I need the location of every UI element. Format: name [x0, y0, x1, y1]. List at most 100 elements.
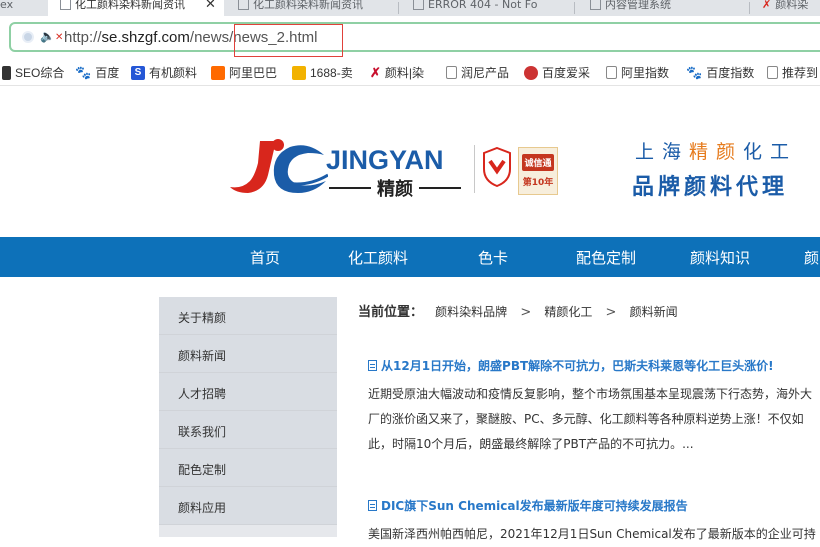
- news-title-text: DIC旗下Sun Chemical发布最新版年度可持续发展报告: [381, 499, 688, 513]
- bookmark-label: 1688-卖: [310, 66, 353, 80]
- tab-separator: [749, 2, 750, 14]
- breadcrumb-link[interactable]: 精颜化工: [544, 305, 592, 319]
- browser-tab-strip: ex 化工颜料染料新闻资讯 ✕ 化工颜料染料新闻资讯 ERROR 404 - N…: [0, 0, 820, 16]
- aicai-icon: [524, 65, 538, 80]
- url-scheme: http://: [64, 29, 102, 46]
- baidu-paw-icon: 🐾: [686, 64, 703, 80]
- breadcrumb-link[interactable]: 颜料新闻: [630, 305, 678, 319]
- shield-icon: [483, 147, 511, 187]
- browser-tab[interactable]: 内容管理系统: [590, 0, 730, 16]
- main-nav: 首页 化工颜料 色卡 配色定制 颜料知识 颜: [0, 237, 820, 277]
- tab-separator: [398, 2, 399, 14]
- bookmark-label: 颜料|染: [384, 66, 425, 80]
- page-icon: [590, 0, 601, 10]
- nav-item-home[interactable]: 首页: [250, 247, 280, 268]
- badge-bottom-text: 第10年: [522, 178, 554, 188]
- browser-tab-active[interactable]: 化工颜料染料新闻资讯 ✕: [48, 0, 224, 16]
- sidebar-item-custom-color[interactable]: 配色定制: [159, 449, 337, 487]
- tab-separator: [574, 2, 575, 14]
- bookmark-item[interactable]: 推荐到: [767, 64, 818, 81]
- url-path-dir: /news: [189, 29, 230, 46]
- bookmark-item[interactable]: 🐾 百度指数: [686, 64, 754, 81]
- news-title-link[interactable]: 从12月1日开始，朗盛PBT解除不可抗力，巴斯夫科莱恩等化工巨头涨价!: [368, 357, 820, 374]
- browser-tab[interactable]: ex: [0, 0, 18, 16]
- mute-icon[interactable]: 🔈✕: [40, 29, 63, 43]
- breadcrumb-separator: >: [605, 305, 617, 320]
- tagline-highlight: 精颜: [689, 141, 744, 163]
- bookmark-label: 润尼产品: [461, 66, 510, 80]
- header-tagline: 上海精颜化工: [635, 137, 797, 164]
- sidebar-item-news[interactable]: 颜料新闻: [159, 335, 337, 373]
- bookmark-item[interactable]: 1688-卖: [292, 64, 353, 81]
- bookmark-label: 百度爱采: [542, 66, 591, 80]
- logo-rule: [419, 187, 461, 189]
- site-header: JINGYAN 精颜 诚信通 第10年 上海精颜化工 品牌颜料代理: [0, 87, 820, 237]
- breadcrumb-label: 当前位置：: [358, 305, 424, 320]
- jingyan-icon: ✗: [370, 64, 381, 80]
- badge-top-text: 诚信通: [522, 154, 554, 171]
- bookmark-label: 有机颜料: [149, 66, 198, 80]
- breadcrumb-link[interactable]: 颜料染料品牌: [435, 305, 507, 319]
- jingyan-logo-icon[interactable]: [228, 135, 328, 197]
- bookmark-item[interactable]: 🐾 百度: [75, 64, 119, 81]
- bookmark-item[interactable]: S 有机颜料: [131, 64, 197, 81]
- sidebar-item-contact[interactable]: 联系我们: [159, 411, 337, 449]
- alibaba-icon: [211, 65, 225, 80]
- page-icon: [413, 0, 424, 10]
- bookmark-label: SEO综合: [15, 66, 65, 80]
- sidebar-item-jobs[interactable]: 人才招聘: [159, 373, 337, 411]
- bookmark-item[interactable]: ✗ 颜料|染: [370, 64, 424, 81]
- baidu-paw-icon: 🐾: [75, 64, 92, 80]
- bookmark-item[interactable]: SEO综合: [2, 64, 64, 81]
- nav-item-knowledge[interactable]: 颜料知识: [690, 247, 750, 268]
- url-input[interactable]: 🔈✕ http://se.shzgf.com/news/news_2.html: [9, 22, 820, 57]
- seo-icon: [2, 65, 11, 80]
- sidebar-item-about[interactable]: 关于精颜: [159, 297, 337, 335]
- news-item: 从12月1日开始，朗盛PBT解除不可抗力，巴斯夫科莱恩等化工巨头涨价! 近期受原…: [368, 357, 820, 457]
- url-host: se.shzgf.com: [101, 29, 190, 46]
- site-info-icon[interactable]: [22, 31, 34, 43]
- tagline-pre: 上海: [635, 141, 690, 163]
- tab-label: ERROR 404 - Not Fo: [428, 0, 538, 11]
- bookmark-label: 阿里巴巴: [229, 66, 278, 80]
- tab-label: 内容管理系统: [605, 0, 671, 11]
- bookmark-item[interactable]: 阿里巴巴: [211, 64, 277, 81]
- nav-item-pigments[interactable]: 化工颜料: [348, 247, 408, 268]
- page-icon: [238, 0, 249, 10]
- browser-tab[interactable]: ✗ 颜料染: [762, 0, 820, 16]
- tagline-post: 化工: [743, 141, 798, 163]
- browser-tab[interactable]: 化工颜料染料新闻资讯: [238, 0, 388, 16]
- header-divider: [474, 145, 475, 193]
- news-item: DIC旗下Sun Chemical发布最新版年度可持续发展报告 美国新泽西州帕西…: [368, 497, 820, 547]
- news-title-link[interactable]: DIC旗下Sun Chemical发布最新版年度可持续发展报告: [368, 497, 820, 514]
- page-icon: [606, 66, 617, 79]
- bookmark-label: 阿里指数: [621, 66, 670, 80]
- logo-rule: [329, 187, 371, 189]
- page-icon: [767, 66, 778, 79]
- document-icon: [368, 360, 377, 371]
- news-title-text: 从12月1日开始，朗盛PBT解除不可抗力，巴斯夫科莱恩等化工巨头涨价!: [381, 359, 774, 373]
- bookmark-label: 百度: [95, 66, 120, 80]
- tab-label: 化工颜料染料新闻资讯: [75, 0, 185, 10]
- header-slogan: 品牌颜料代理: [632, 175, 789, 200]
- bookmark-label: 百度指数: [706, 66, 755, 80]
- bookmarks-bar: SEO综合 🐾 百度 S 有机颜料 阿里巴巴 1688-卖 ✗ 颜料|染 润尼产…: [0, 58, 820, 86]
- breadcrumb-separator: >: [520, 305, 532, 320]
- browser-tab[interactable]: ERROR 404 - Not Fo: [413, 0, 553, 16]
- sidebar-item-applications[interactable]: 颜料应用: [159, 487, 337, 525]
- bookmark-item[interactable]: 润尼产品: [446, 64, 509, 81]
- jingyan-icon: ✗: [762, 0, 772, 11]
- s-logo-icon: S: [131, 65, 145, 80]
- bookmark-item[interactable]: 百度爱采: [524, 64, 590, 81]
- breadcrumb: 当前位置： 颜料染料品牌 > 精颜化工 > 颜料新闻: [358, 301, 678, 320]
- close-tab-icon[interactable]: ✕: [205, 0, 216, 11]
- logo-wordmark: JINGYAN: [326, 145, 444, 175]
- bookmark-item[interactable]: 阿里指数: [606, 64, 669, 81]
- nav-item-custom-color[interactable]: 配色定制: [576, 247, 636, 268]
- bookmark-label: 推荐到: [782, 66, 819, 80]
- tab-label: 化工颜料染料新闻资讯: [253, 0, 363, 10]
- page-icon: [60, 0, 71, 10]
- nav-item-more[interactable]: 颜: [804, 247, 819, 268]
- nav-item-color-card[interactable]: 色卡: [478, 247, 508, 268]
- tab-label: 颜料染: [775, 0, 809, 11]
